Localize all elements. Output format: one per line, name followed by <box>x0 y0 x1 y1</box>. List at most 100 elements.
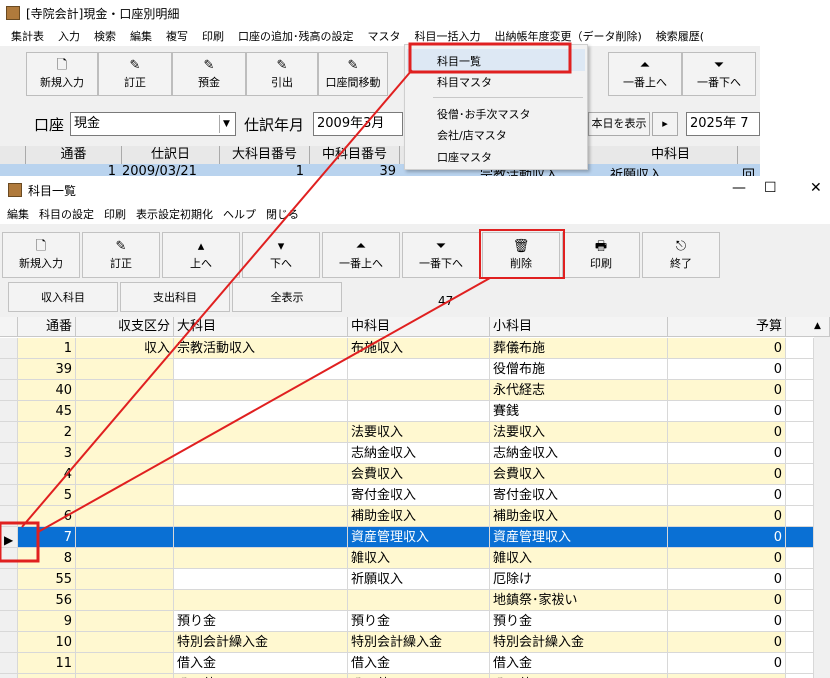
menu-item[interactable]: 科目一括入力 <box>408 28 488 44</box>
today-button[interactable]: 本日を表示 <box>588 112 650 136</box>
menu-print[interactable]: 印刷 <box>99 206 131 222</box>
month-field[interactable]: 2009年3月 <box>313 112 403 136</box>
row-header[interactable] <box>0 632 18 653</box>
table-row[interactable]: 56 地鎮祭･家祓い 0 <box>0 590 830 611</box>
back-new-button[interactable]: 🗋 新規入力 <box>26 52 98 96</box>
maximize-icon[interactable]: ☐ <box>764 180 777 196</box>
menu-item[interactable]: 印刷 <box>195 28 231 44</box>
move-down-button[interactable]: ▾ 下へ <box>242 232 320 278</box>
table-row[interactable]: 8 雑収入 雑収入 0 <box>0 548 830 569</box>
table-row[interactable]: 11 借入金 借入金 借入金 0 <box>0 653 830 674</box>
table-row[interactable]: 10 特別会計繰入金 特別会計繰入金 特別会計繰入金 0 <box>0 632 830 653</box>
menu-close[interactable]: 閉じる <box>261 206 304 222</box>
menu-item[interactable]: 集計表 <box>4 28 51 44</box>
menu-item[interactable]: 口座の追加･残高の設定 <box>231 28 361 44</box>
table-row[interactable]: 55 祈願収入 厄除け 0 <box>0 569 830 590</box>
col-header-small[interactable]: 小科目 <box>490 317 668 337</box>
table-cell-no: 5 <box>18 485 76 506</box>
table-row[interactable]: その他その他その他 <box>0 674 830 678</box>
move-bottom-button[interactable]: ⏷ 一番下へ <box>402 232 480 278</box>
menu-reset-display[interactable]: 表示設定初期化 <box>131 206 218 222</box>
expense-filter-button[interactable]: 支出科目 <box>120 282 230 312</box>
print-button[interactable]: 🖶 印刷 <box>562 232 640 278</box>
row-header[interactable] <box>0 611 18 632</box>
col-header-no[interactable]: 通番 <box>18 317 76 337</box>
row-header[interactable] <box>0 401 18 422</box>
table-cell-kbn <box>76 569 174 590</box>
menu-company-master[interactable]: 会社/店マスタ <box>437 127 507 143</box>
menu-priest-master[interactable]: 役僧･お手次マスタ <box>437 106 531 122</box>
income-filter-button[interactable]: 収入科目 <box>8 282 118 312</box>
table-row[interactable]: 1 収入 宗教活動収入 布施収入 葬儀布施 0 <box>0 338 830 359</box>
row-header[interactable] <box>0 380 18 401</box>
back-bottom-button[interactable]: ⏷ 一番下へ <box>682 52 756 96</box>
move-top-button[interactable]: ⏶ 一番上へ <box>322 232 400 278</box>
menu-item[interactable]: 複写 <box>159 28 195 44</box>
table-row[interactable]: 40 永代経志 0 <box>0 380 830 401</box>
menu-item-master[interactable]: マスタ <box>361 28 408 44</box>
show-all-button[interactable]: 全表示 <box>232 282 342 312</box>
menu-edit[interactable]: 編集 <box>2 206 34 222</box>
delete-button[interactable]: 🗑 削除 <box>482 232 560 278</box>
back-transfer-button[interactable]: ✎ 口座間移動 <box>318 52 388 96</box>
row-header[interactable] <box>0 653 18 674</box>
table-row[interactable]: 39 役僧布施 0 <box>0 359 830 380</box>
menu-subject-list[interactable]: 科目一覧 <box>437 53 481 69</box>
menu-subject-master[interactable]: 科目マスタ <box>437 74 492 90</box>
table-cell-big: 預り金 <box>174 611 348 632</box>
scroll-up-icon[interactable]: ▲ <box>814 321 821 331</box>
menu-help[interactable]: ヘルプ <box>218 206 261 222</box>
menu-subject-settings[interactable]: 科目の設定 <box>34 206 99 222</box>
account-select[interactable]: 現金 ▼ <box>70 112 236 136</box>
row-header[interactable] <box>0 548 18 569</box>
table-row[interactable]: 3 志納金収入 志納金収入 0 <box>0 443 830 464</box>
back-withdraw-button[interactable]: ✎ 引出 <box>246 52 318 96</box>
row-header[interactable] <box>0 464 18 485</box>
table-cell-blank <box>786 443 814 464</box>
table-row[interactable]: 2 法要収入 法要収入 0 <box>0 422 830 443</box>
close-icon[interactable]: ✕ <box>810 180 822 196</box>
edit-button[interactable]: ✎ 訂正 <box>82 232 160 278</box>
menu-item[interactable]: 編集 <box>123 28 159 44</box>
table-row[interactable]: 7 資産管理収入 資産管理収入 0 <box>0 527 830 548</box>
menu-item[interactable]: 入力 <box>51 28 87 44</box>
table-row[interactable]: 4 会費収入 会費収入 0 <box>0 464 830 485</box>
col-header-budget[interactable]: 予算 <box>668 317 786 337</box>
minimize-icon[interactable]: — <box>732 180 746 196</box>
menu-account-master[interactable]: 口座マスタ <box>437 149 492 165</box>
next-arrow-button[interactable]: ▸ <box>652 112 678 136</box>
table-cell-no: 7 <box>18 527 76 548</box>
row-header[interactable] <box>0 485 18 506</box>
menu-item[interactable]: 検索 <box>87 28 123 44</box>
table-row[interactable]: 45 賽銭 0 <box>0 401 830 422</box>
table-row[interactable]: 6 補助金収入 補助金収入 0 <box>0 506 830 527</box>
row-header[interactable] <box>0 359 18 380</box>
menu-item[interactable]: 検索履歴( <box>649 28 711 44</box>
col-header-big[interactable]: 大科目 <box>174 317 348 337</box>
col-header-kbn[interactable]: 収支区分 <box>76 317 174 337</box>
table-row[interactable]: 5 寄付金収入 寄付金収入 0 <box>0 485 830 506</box>
table-row[interactable]: 9 預り金 預り金 預り金 0 <box>0 611 830 632</box>
exit-button[interactable]: ⎋ 終了 <box>642 232 720 278</box>
row-header[interactable] <box>0 506 18 527</box>
table-cell-budget: 0 <box>668 569 786 590</box>
table-cell-mid: 祈願収入 <box>348 569 490 590</box>
col-header-mid[interactable]: 中科目 <box>348 317 490 337</box>
row-header[interactable] <box>0 422 18 443</box>
back-deposit-button[interactable]: ✎ 預金 <box>172 52 246 96</box>
row-header[interactable] <box>0 338 18 359</box>
back-edit-button[interactable]: ✎ 訂正 <box>98 52 172 96</box>
menu-item[interactable]: 出納帳年度変更（データ削除) <box>488 28 649 44</box>
table-cell-budget: 0 <box>668 464 786 485</box>
year-field[interactable]: 2025年 7 <box>686 112 760 136</box>
move-up-button[interactable]: ▴ 上へ <box>162 232 240 278</box>
row-header[interactable] <box>0 569 18 590</box>
table-cell-big <box>174 422 348 443</box>
new-entry-button[interactable]: 🗋 新規入力 <box>2 232 80 278</box>
table-cell-small: 預り金 <box>490 611 668 632</box>
row-header[interactable] <box>0 674 18 678</box>
table-cell-no: 11 <box>18 653 76 674</box>
row-header[interactable] <box>0 443 18 464</box>
row-header[interactable] <box>0 590 18 611</box>
back-top-button[interactable]: ⏶ 一番上へ <box>608 52 682 96</box>
